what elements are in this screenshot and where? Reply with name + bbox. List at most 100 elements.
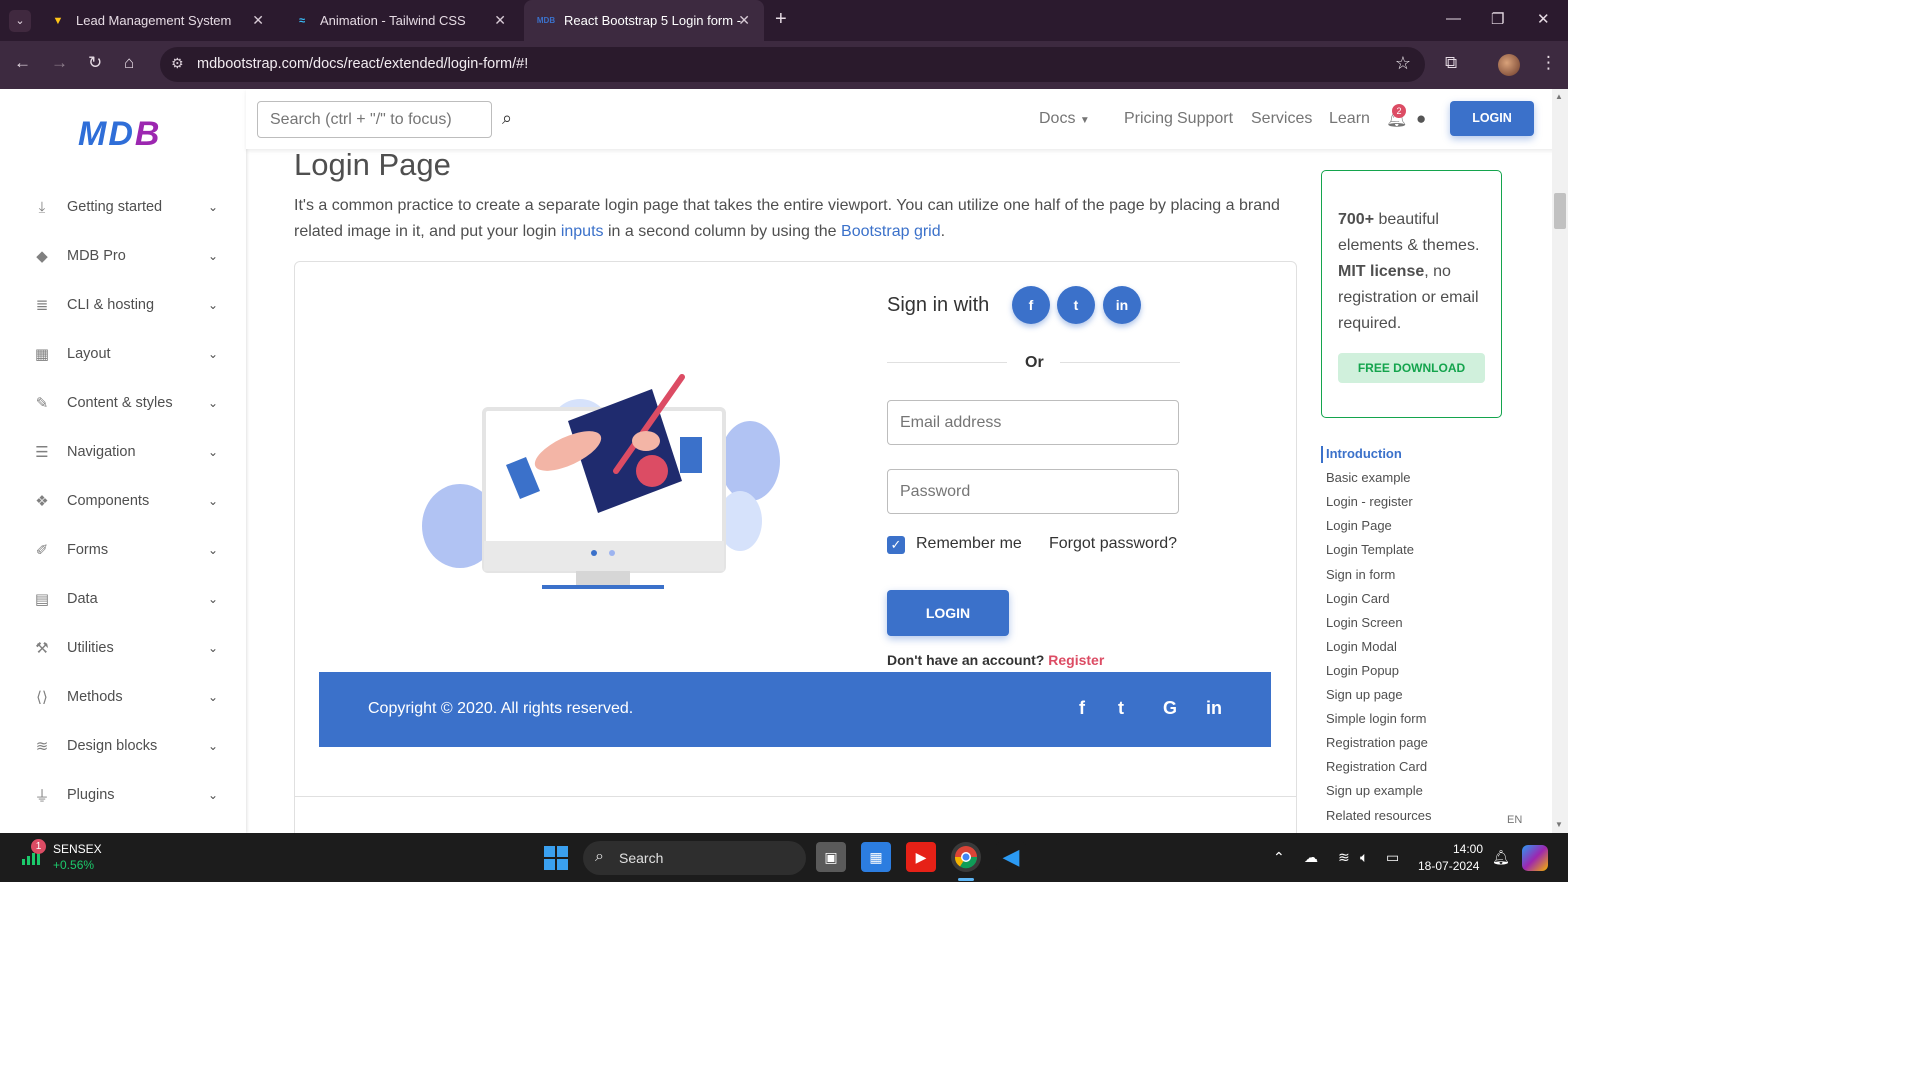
toc-link[interactable]: Registration Card [1326, 759, 1427, 774]
nav-pricing[interactable]: Pricing [1124, 110, 1173, 128]
linkedin-icon[interactable]: in [1103, 286, 1141, 324]
page-scrollbar[interactable]: ▲ ▼ [1552, 89, 1568, 833]
clock-date[interactable]: 18-07-2024 [1418, 859, 1479, 873]
chevron-down-icon[interactable]: ⌄ [208, 445, 218, 459]
browser-tab[interactable]: ≈ Animation - Tailwind CSS ✕ [280, 0, 520, 41]
stock-name[interactable]: SENSEX [53, 842, 102, 856]
toc-link[interactable]: Basic example [1326, 470, 1411, 485]
google-icon[interactable]: G [1163, 698, 1177, 719]
task-view-icon[interactable]: ▣ [816, 842, 846, 872]
toc-link[interactable]: Login Popup [1326, 663, 1399, 678]
tab-search-dropdown-icon[interactable]: ⌄ [9, 9, 31, 32]
youtube-icon[interactable]: ▶ [906, 842, 936, 872]
chevron-down-icon[interactable]: ⌄ [208, 641, 218, 655]
url-text[interactable]: mdbootstrap.com/docs/react/extended/logi… [197, 56, 528, 72]
chevron-down-icon[interactable]: ⌄ [208, 494, 218, 508]
form-login-button[interactable]: LOGIN [887, 590, 1009, 636]
toc-link[interactable]: Login Page [1326, 518, 1392, 533]
bookmark-star-icon[interactable]: ☆ [1395, 53, 1411, 74]
search-icon[interactable]: ⌕ [502, 108, 512, 129]
close-tab-icon[interactable]: ✕ [252, 12, 264, 29]
toc-link[interactable]: Introduction [1326, 446, 1402, 461]
profile-avatar[interactable] [1498, 54, 1520, 76]
sidebar-item[interactable]: ⟨⟩ Methods ⌄ [0, 677, 246, 717]
toc-link[interactable]: Registration page [1326, 735, 1428, 750]
toc-link[interactable]: Login Modal [1326, 639, 1397, 654]
sidebar-item[interactable]: ❖ Components ⌄ [0, 481, 246, 521]
omnibox[interactable]: ⚙ mdbootstrap.com/docs/react/extended/lo… [160, 47, 1425, 82]
sidebar-item[interactable]: ⤓ Getting started ⌄ [0, 187, 246, 227]
toc-link[interactable]: Sign up page [1326, 687, 1403, 702]
linkedin-icon[interactable]: in [1206, 698, 1222, 719]
twitter-icon[interactable]: t [1118, 698, 1124, 719]
sidebar-item[interactable]: ▤ Data ⌄ [0, 579, 246, 619]
scroll-up-arrow-icon[interactable]: ▲ [1555, 92, 1563, 101]
extensions-icon[interactable]: ⧉ [1445, 53, 1457, 73]
taskbar-search[interactable]: ⌕ Search [583, 841, 806, 875]
notification-bell-icon[interactable]: 🔔︎ [1492, 849, 1510, 866]
close-window-icon[interactable]: ✕ [1537, 10, 1550, 28]
volume-icon[interactable]: 🔈︎ [1360, 849, 1368, 866]
chevron-down-icon[interactable]: ⌄ [208, 543, 218, 557]
remember-label[interactable]: Remember me [916, 535, 1022, 553]
nav-learn[interactable]: Learn [1329, 110, 1370, 128]
password-field[interactable]: Password [887, 469, 1179, 514]
chevron-down-icon[interactable]: ⌄ [208, 592, 218, 606]
chevron-down-icon[interactable]: ⌄ [208, 200, 218, 214]
close-tab-icon[interactable]: ✕ [738, 12, 750, 29]
toc-link[interactable]: Login Card [1326, 591, 1390, 606]
onedrive-icon[interactable]: ☁ [1304, 849, 1318, 866]
scrollbar-thumb[interactable] [1554, 193, 1566, 229]
toc-link[interactable]: Sign up example [1326, 783, 1423, 798]
chevron-down-icon[interactable]: ⌄ [208, 396, 218, 410]
vscode-icon[interactable]: ◀ [996, 842, 1026, 872]
nav-support[interactable]: Support [1177, 110, 1233, 128]
site-info-icon[interactable]: ⚙ [171, 55, 184, 72]
language-selector[interactable]: EN [1507, 814, 1522, 826]
register-link[interactable]: Register [1048, 652, 1104, 668]
microsoft-store-icon[interactable]: ▦ [861, 842, 891, 872]
browser-tab-active[interactable]: MDB React Bootstrap 5 Login form - ✕ [524, 0, 764, 41]
facebook-icon[interactable]: f [1079, 698, 1085, 719]
nav-services[interactable]: Services [1251, 110, 1312, 128]
wifi-icon[interactable]: ≋ [1338, 849, 1350, 866]
facebook-icon[interactable]: f [1012, 286, 1050, 324]
inputs-link[interactable]: inputs [561, 223, 604, 240]
copilot-icon[interactable] [1522, 845, 1548, 871]
sidebar-item[interactable]: ▦ Layout ⌄ [0, 334, 246, 374]
chrome-icon[interactable] [951, 842, 981, 872]
sidebar-item[interactable]: ≋ Design blocks ⌄ [0, 726, 246, 766]
sidebar-item[interactable]: ⏚ Plugins ⌄ [0, 775, 246, 815]
chevron-down-icon[interactable]: ⌄ [208, 347, 218, 361]
forward-icon[interactable]: → [51, 53, 68, 73]
menu-kebab-icon[interactable]: ⋮ [1540, 53, 1557, 73]
chevron-down-icon[interactable]: ⌄ [208, 249, 218, 263]
toc-link[interactable]: Login - register [1326, 494, 1413, 509]
search-input[interactable]: Search (ctrl + "/" to focus) [257, 101, 492, 138]
sidebar-item[interactable]: ⚒ Utilities ⌄ [0, 628, 246, 668]
close-tab-icon[interactable]: ✕ [494, 12, 506, 29]
scroll-down-arrow-icon[interactable]: ▼ [1555, 820, 1563, 829]
sidebar-item[interactable]: ≣ CLI & hosting ⌄ [0, 285, 246, 325]
browser-tab[interactable]: ▼ Lead Management System ✕ [36, 0, 278, 41]
battery-icon[interactable]: ▭ [1386, 849, 1399, 866]
chevron-down-icon[interactable]: ⌄ [208, 690, 218, 704]
mdb-logo[interactable]: MDB [78, 115, 161, 154]
restore-icon[interactable]: ❐ [1491, 10, 1504, 28]
toc-link[interactable]: Login Screen [1326, 615, 1403, 630]
chevron-down-icon[interactable]: ⌄ [208, 739, 218, 753]
toc-link[interactable]: Sign in form [1326, 567, 1395, 582]
clock-time[interactable]: 14:00 [1453, 842, 1483, 856]
minimize-icon[interactable]: — [1446, 10, 1461, 27]
sidebar-item[interactable]: ✎ Content & styles ⌄ [0, 383, 246, 423]
github-icon[interactable]: ● [1416, 109, 1426, 129]
sidebar-item[interactable]: ☰ Navigation ⌄ [0, 432, 246, 472]
toc-link[interactable]: Related resources [1326, 808, 1432, 823]
back-icon[interactable]: ← [14, 53, 31, 73]
new-tab-icon[interactable]: + [775, 8, 787, 31]
chevron-down-icon[interactable]: ⌄ [208, 788, 218, 802]
nav-docs[interactable]: Docs ▼ [1039, 110, 1090, 128]
sidebar-item[interactable]: ✐ Forms ⌄ [0, 530, 246, 570]
sidebar-item[interactable]: ◆ MDB Pro ⌄ [0, 236, 246, 276]
chevron-up-icon[interactable]: ⌃ [1273, 849, 1285, 866]
